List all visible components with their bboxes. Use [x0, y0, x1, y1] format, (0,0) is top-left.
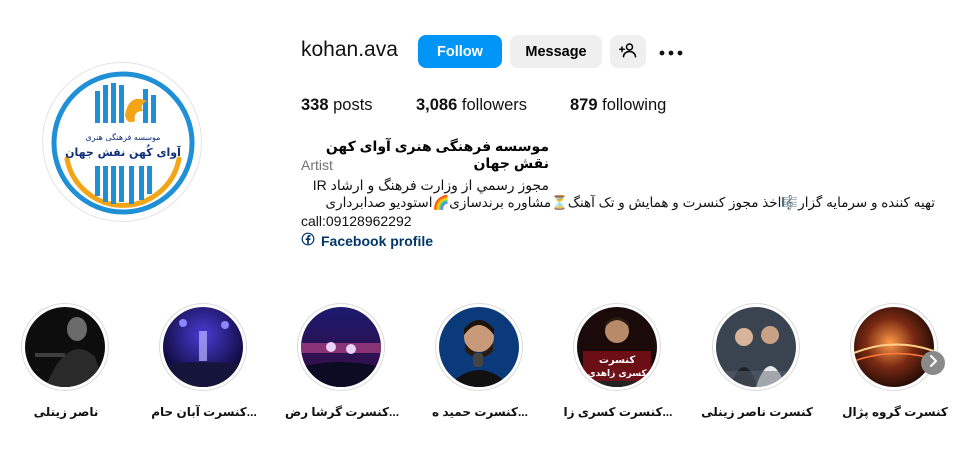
highlight-item[interactable]: کنسرت آبان حام... [151, 303, 257, 419]
highlight-label: کنسرت حمید ه... [432, 405, 528, 419]
following-stat[interactable]: 879 following [570, 96, 666, 115]
highlight-label: کنسرت ناصر زینلی [701, 405, 813, 419]
chevron-right-icon [928, 354, 938, 372]
highlight-label: کنسرت آبان حام... [151, 405, 257, 419]
logo-text-top: موسسه فرهنگی هنری [86, 132, 161, 142]
posts-stat: 338 posts [301, 96, 373, 115]
highlight-label: ناصر زینلی [33, 405, 99, 419]
highlight-cover [439, 307, 519, 387]
highlight-cover [163, 307, 243, 387]
highlight-overlay-title: کنسرت [599, 355, 636, 366]
highlight-cover [301, 307, 381, 387]
highlight-label: کنسرت کسری زا... [563, 405, 673, 419]
followers-count: 3,086 [416, 96, 458, 114]
more-options-icon [659, 43, 683, 61]
followers-label: followers [461, 96, 527, 114]
logo-text-main: آوای کُهن نقش جهان [65, 145, 181, 159]
profile-avatar[interactable]: موسسه فرهنگی هنری آوای کُهن نقش جهان [42, 62, 202, 222]
highlight-cover [25, 307, 105, 387]
brand-logo: موسسه فرهنگی هنری آوای کُهن نقش جهان [51, 71, 195, 215]
highlight-cover [854, 307, 934, 387]
follow-button[interactable]: Follow [418, 35, 502, 68]
highlight-item[interactable]: کنسرت گرشا رض... [285, 303, 399, 419]
facebook-profile-link[interactable]: Facebook profile [301, 232, 433, 249]
highlight-item[interactable]: کنسرت ناصر زینلی [701, 303, 813, 419]
profile-full-name: موسسه فرهنگی هنری آوای کهن نقش جهان [325, 138, 549, 171]
bio-line-services: تهیه کننده و سرمایه گزار🎼اخذ مجوز کنسرت … [325, 195, 935, 210]
profile-category: Artist [301, 157, 333, 173]
followers-stat[interactable]: 3,086 followers [416, 96, 527, 115]
message-button[interactable]: Message [510, 35, 602, 68]
bio-line-phone: call:09128962292 [301, 213, 412, 229]
posts-count: 338 [301, 96, 329, 114]
highlight-label: کنسرت گرشا رض... [284, 405, 400, 419]
highlight-label: کنسرت گروه پژال [842, 405, 948, 419]
highlight-item[interactable]: ناصر زینلی [21, 303, 111, 419]
following-label: following [602, 96, 667, 114]
profile-username: kohan.ava [301, 38, 398, 61]
facebook-icon [301, 232, 315, 249]
highlight-item[interactable]: کنسرت حمید ه... [432, 303, 528, 419]
more-options-button[interactable] [658, 40, 684, 64]
highlight-cover: کنسرت کسری زاهدی [577, 307, 657, 387]
bio-line-license: مجوز رسمي از وزارت فرهنگ و ارشاد IR [312, 177, 549, 193]
highlight-overlay-subtitle: کسری زاهدی [587, 369, 647, 379]
highlights-next-button[interactable] [921, 351, 945, 375]
highlight-item[interactable]: کنسرت کسری زاهدی کنسرت کسری زا... [564, 303, 672, 419]
following-count: 879 [570, 96, 598, 114]
facebook-profile-label: Facebook profile [321, 232, 434, 249]
suggest-accounts-button[interactable] [610, 35, 646, 68]
posts-label: posts [333, 96, 373, 114]
add-person-icon [619, 41, 637, 63]
highlight-item[interactable]: کنسرت گروه پژال [842, 303, 948, 419]
highlight-cover [716, 307, 796, 387]
